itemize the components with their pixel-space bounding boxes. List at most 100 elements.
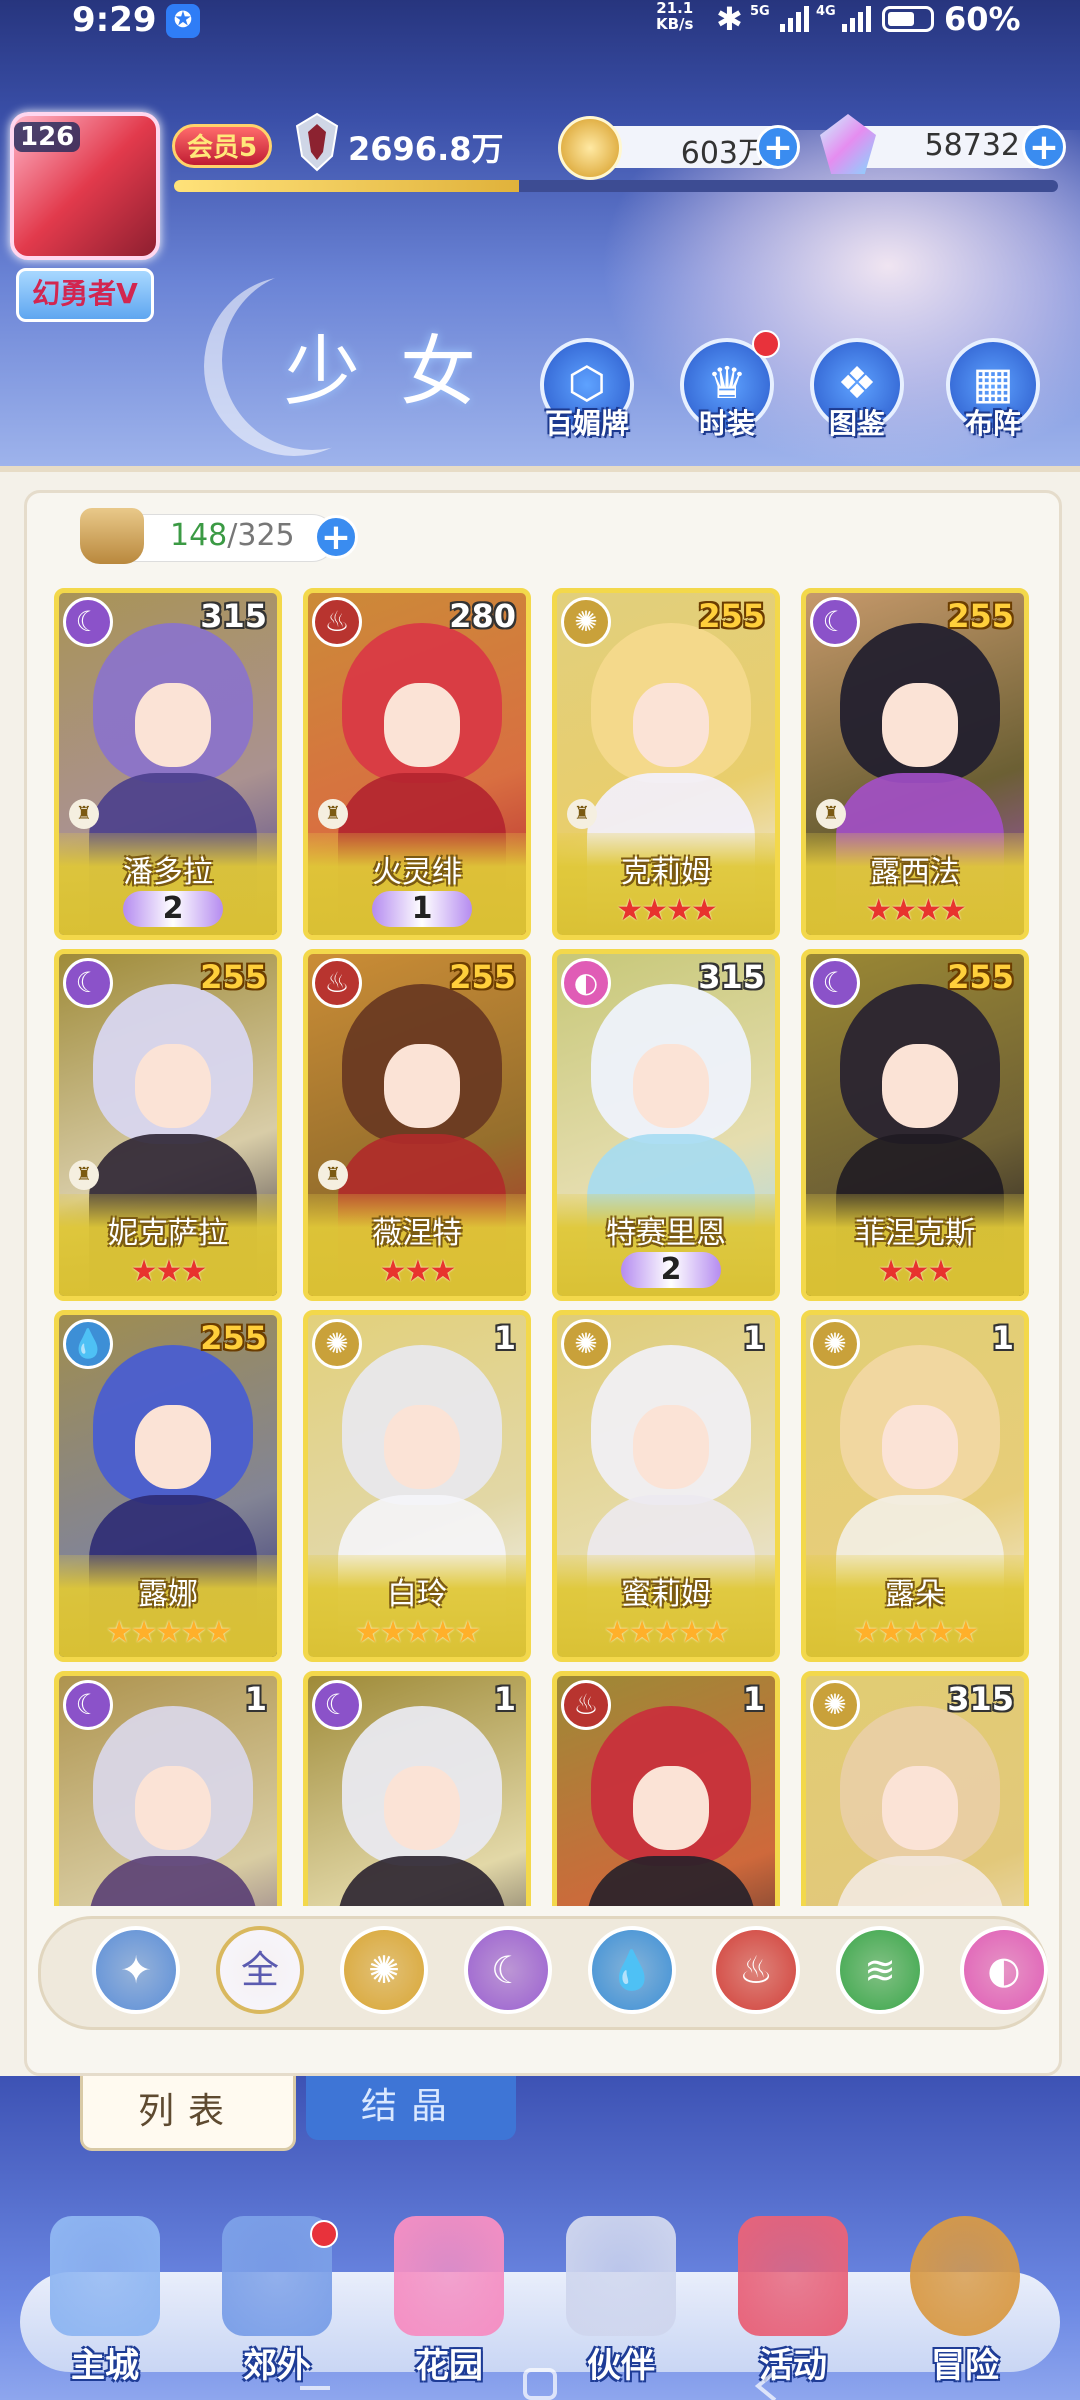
character-face	[384, 1766, 460, 1850]
battery-icon	[882, 6, 934, 32]
sun-element-icon: ✺	[810, 1319, 860, 1369]
character-face	[882, 683, 958, 767]
all-roles-icon: ✦	[120, 1948, 152, 1992]
exp-progress-bar	[174, 180, 1058, 192]
character-face	[882, 1766, 958, 1850]
star-rating: ★★★★★	[354, 1615, 481, 1650]
filter-all-button[interactable]: 全	[216, 1926, 304, 2014]
filter-sun-button[interactable]: ✺	[340, 1926, 428, 2014]
wind-icon: ≋	[864, 1948, 896, 1992]
character-level: 315	[200, 597, 267, 635]
character-level: 255	[200, 958, 267, 996]
vip-badge[interactable]: 会员5	[172, 124, 272, 168]
status-bar: 9:29 ✪ 21.1 KB/s ✱ 5G 4G 60%	[0, 0, 1080, 42]
chess-piece-icon: ♜	[69, 799, 99, 829]
character-name: 菲涅克斯	[855, 1216, 975, 1251]
fire-icon: ♨	[738, 1948, 774, 1992]
filter-pink-button[interactable]: ◐	[960, 1926, 1048, 2014]
character-name: 妮克萨拉	[108, 1216, 228, 1251]
home-icon	[523, 2368, 557, 2400]
character-card[interactable]: 💧 255 露娜 ★★★★★	[54, 1310, 282, 1662]
filter-fire-button[interactable]: ♨	[712, 1926, 800, 2014]
character-name: 克莉姆	[621, 855, 711, 890]
character-card[interactable]: ☾ 1	[54, 1671, 282, 1906]
fire-element-icon: ♨	[561, 1680, 611, 1730]
character-face	[135, 1766, 211, 1850]
character-name: 白玲	[387, 1577, 447, 1612]
top-nav-label: 布阵	[964, 407, 1021, 440]
character-face	[882, 1405, 958, 1489]
tab-crystal[interactable]: 结晶	[306, 2076, 516, 2140]
character-card[interactable]: ◐ 315 特赛里恩 2	[552, 949, 780, 1301]
character-card[interactable]: ♨ 255 薇涅特 ♜ ★★★	[303, 949, 531, 1301]
moon-element-icon: ☾	[63, 958, 113, 1008]
coin-icon	[558, 116, 622, 180]
awakening-rank: 2	[621, 1252, 721, 1288]
top-nav-label: 图鉴	[828, 407, 885, 440]
water-icon: 💧	[608, 1948, 656, 1992]
character-card[interactable]: ✺ 1 蜜莉姆 ★★★★★	[552, 1310, 780, 1662]
filter-all-roles-button[interactable]: ✦	[92, 1926, 180, 2014]
character-card[interactable]: ♨ 1	[552, 1671, 780, 1906]
character-grid: ☾ 315 潘多拉 ♜ 2 ♨ 280 火灵绯 ♜ 1 ✺ 255 克莉姆 ♜ ★★★★ ☾ 255 露西法 ♜ ★★…	[50, 584, 1030, 1906]
net-speed-unit: KB/s	[656, 15, 694, 33]
character-name: 蜜莉姆	[621, 1577, 711, 1612]
signal-4g-label: 4G	[816, 4, 836, 19]
net-speed: 21.1 KB/s	[656, 0, 693, 32]
character-level: 1	[244, 1680, 267, 1718]
character-level: 1	[742, 1680, 765, 1718]
notification-badge	[310, 2220, 338, 2248]
character-face	[135, 1405, 211, 1489]
water-element-icon: 💧	[63, 1319, 113, 1369]
awakening-rank: 2	[123, 891, 223, 927]
sun-element-icon: ✺	[561, 1319, 611, 1369]
bottom-nav-art	[738, 2216, 848, 2336]
character-level: 1	[493, 1319, 516, 1357]
signal-4g-icon	[842, 6, 871, 32]
star-rating: ★★★★	[865, 893, 967, 928]
moon-element-icon: ☾	[810, 958, 860, 1008]
character-name: 薇涅特	[372, 1216, 462, 1251]
character-card[interactable]: ☾ 255 妮克萨拉 ♜ ★★★	[54, 949, 282, 1301]
character-card[interactable]: ☾ 255 露西法 ♜ ★★★★	[801, 588, 1029, 940]
player-title[interactable]: 幻勇者V	[16, 268, 154, 322]
character-card[interactable]: ✺ 315	[801, 1671, 1029, 1906]
notification-badge	[752, 330, 780, 358]
bottom-nav-art	[394, 2216, 504, 2336]
page-title: 少女	[284, 327, 516, 416]
bottom-nav-art	[566, 2216, 676, 2336]
character-card[interactable]: ✺ 1 白玲 ★★★★★	[303, 1310, 531, 1662]
character-card[interactable]: ☾ 315 潘多拉 ♜ 2	[54, 588, 282, 940]
signal-5g-label: 5G	[750, 4, 770, 19]
character-face	[633, 1766, 709, 1850]
character-card[interactable]: ☾ 1	[303, 1671, 531, 1906]
system-nav-bar	[300, 2368, 777, 2400]
tab-list[interactable]: 列表	[80, 2076, 296, 2151]
character-card[interactable]: ♨ 280 火灵绯 ♜ 1	[303, 588, 531, 940]
filter-moon-button[interactable]: ☾	[464, 1926, 552, 2014]
star-rating: ★★★★	[616, 893, 718, 928]
signal-5g-icon	[780, 6, 809, 32]
filter-wind-button[interactable]: ≋	[836, 1926, 924, 2014]
character-card[interactable]: ✺ 1 露朵 ★★★★★	[801, 1310, 1029, 1662]
star-rating: ★★★★★	[852, 1615, 979, 1650]
add-coins-button[interactable]: +	[756, 125, 800, 169]
add-gems-button[interactable]: +	[1022, 125, 1066, 169]
app-notification-icon: ✪	[166, 4, 200, 38]
power-icon	[295, 112, 339, 172]
battery-percent: 60%	[944, 0, 1021, 38]
character-name: 露朵	[885, 1577, 945, 1612]
character-card[interactable]: ☾ 255 菲涅克斯 ★★★	[801, 949, 1029, 1301]
star-rating: ★★★★★	[603, 1615, 730, 1650]
character-level: 255	[947, 958, 1014, 996]
sun-element-icon: ✺	[810, 1680, 860, 1730]
star-rating: ★★★	[130, 1254, 208, 1289]
moon-element-icon: ☾	[312, 1680, 362, 1730]
character-card[interactable]: ✺ 255 克莉姆 ♜ ★★★★	[552, 588, 780, 940]
pink-icon: ◐	[987, 1948, 1021, 1992]
chess-piece-icon: ♜	[69, 1160, 99, 1190]
expand-inventory-button[interactable]: +	[314, 515, 358, 559]
character-level: 255	[200, 1319, 267, 1357]
filter-water-button[interactable]: 💧	[588, 1926, 676, 2014]
character-face	[384, 1044, 460, 1128]
